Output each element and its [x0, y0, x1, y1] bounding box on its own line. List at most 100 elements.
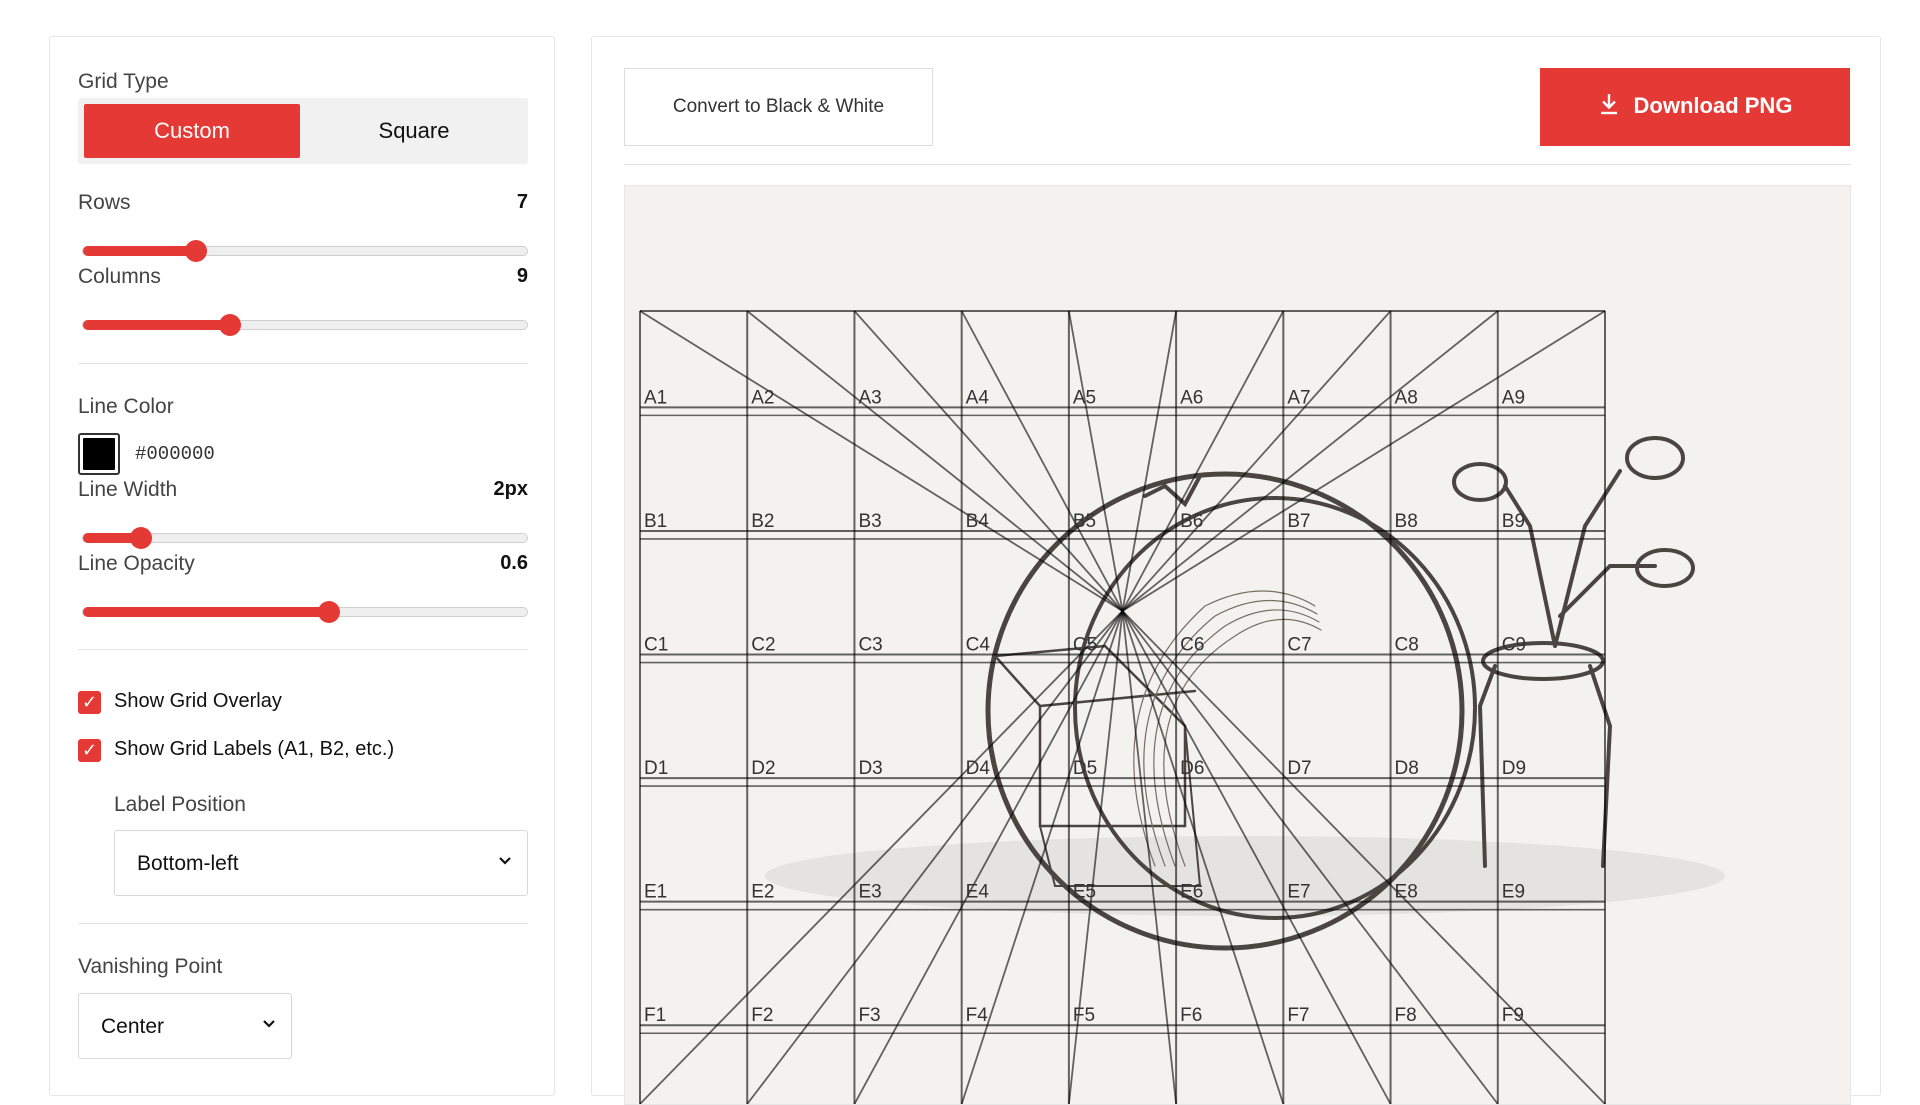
show-grid-overlay-label: Show Grid Overlay — [114, 690, 282, 712]
grid-cell-label: E4 — [966, 882, 990, 903]
vanishing-line — [746, 310, 1124, 612]
rows-row: Rows 7 — [78, 191, 528, 221]
chevron-down-icon — [497, 852, 513, 873]
line-width-slider-thumb[interactable] — [129, 527, 152, 549]
show-grid-overlay-row[interactable]: ✓ Show Grid Overlay — [78, 689, 528, 717]
download-icon — [1598, 92, 1620, 122]
line-opacity-slider[interactable] — [82, 601, 528, 623]
grid-cell-label: A1 — [644, 387, 667, 408]
grid-cell-label: E6 — [1180, 882, 1203, 903]
line-opacity-row: Line Opacity 0.6 — [78, 552, 528, 582]
vanishing-line — [1121, 310, 1392, 612]
grid-cell-label: B7 — [1287, 511, 1310, 532]
line-width-slider[interactable] — [82, 527, 528, 549]
section-divider — [78, 923, 528, 924]
line-color-hex: #000000 — [135, 443, 215, 465]
line-opacity-label: Line Opacity — [78, 552, 195, 575]
grid-cell-label: D4 — [966, 758, 991, 779]
rows-label: Rows — [78, 191, 131, 214]
grid-cell-label: B6 — [1180, 511, 1203, 532]
reference-artwork — [765, 436, 1725, 951]
grid-cell-label: B1 — [644, 511, 667, 532]
grid-cell-label: C6 — [1180, 635, 1204, 656]
vanishing-line — [639, 310, 1123, 612]
canvas-panel: Convert to Black & White Download PNG A1… — [591, 36, 1881, 1105]
rows-value: 7 — [516, 191, 528, 213]
rows-slider-fill — [83, 246, 197, 256]
show-grid-labels-checkbox[interactable]: ✓ — [78, 739, 101, 762]
grid-cell-label: A2 — [751, 387, 774, 408]
grid-cell-label: C1 — [644, 635, 668, 656]
grid-cell-label: C4 — [966, 635, 991, 656]
grid-cell-label: B4 — [966, 511, 990, 532]
grid-cell-label: F6 — [1180, 1005, 1202, 1026]
line-width-value: 2px — [493, 478, 528, 500]
vanishing-line — [960, 310, 1124, 612]
vanishing-line — [1122, 310, 1606, 612]
grid-type-label: Grid Type — [78, 70, 169, 93]
grid-cell-label: B3 — [858, 511, 881, 532]
image-canvas[interactable]: A1 A2 A3 A4 A5 A6 A7 A8 A9 B1 B2 B3 B4 B5 B6 B7 B8 B9 C1 C2… — [624, 185, 1851, 1105]
label-position-select[interactable]: Bottom-left — [114, 830, 528, 896]
grid-cell-label: F7 — [1287, 1005, 1309, 1026]
grid-cell-label: A9 — [1502, 387, 1525, 408]
grid-cell-label: D8 — [1395, 758, 1419, 779]
grid-cell-label: C9 — [1502, 635, 1526, 656]
canvas-svg: A1 A2 A3 A4 A5 A6 A7 A8 A9 B1 B2 B3 B4 B5 B6 B7 B8 B9 C1 C2… — [639, 310, 1725, 1104]
line-opacity-slider-thumb[interactable] — [318, 601, 341, 623]
grid-cell-label: C3 — [858, 635, 882, 656]
vanishing-point-value: Center — [101, 1015, 165, 1038]
line-opacity-value: 0.6 — [500, 552, 528, 574]
vanishing-point-select[interactable]: Center — [78, 993, 292, 1059]
vanishing-line — [1121, 310, 1177, 612]
vanishing-line — [853, 310, 1124, 612]
vanishing-line — [1121, 310, 1499, 612]
show-grid-labels-label: Show Grid Labels (A1, B2, etc.) — [114, 738, 395, 760]
columns-value: 9 — [516, 265, 528, 287]
grid-cell-label: E7 — [1287, 882, 1310, 903]
vanishing-point-label: Vanishing Point — [78, 955, 223, 978]
toolbar-divider — [624, 164, 1851, 165]
line-color-label: Line Color — [78, 395, 174, 418]
download-png-button[interactable]: Download PNG — [1540, 68, 1850, 146]
grid-type-custom-button[interactable]: Custom — [84, 104, 300, 158]
grid-cell-label: E5 — [1073, 882, 1096, 903]
show-grid-labels-row[interactable]: ✓ Show Grid Labels (A1, B2, etc.) — [78, 737, 528, 765]
grid-cell-label: A8 — [1395, 387, 1418, 408]
line-color-swatch[interactable] — [78, 433, 120, 475]
grid-cell-label: D2 — [751, 758, 775, 779]
grid-cell-label: F8 — [1395, 1005, 1417, 1026]
columns-label: Columns — [78, 265, 161, 288]
grid-cell-label: B2 — [751, 511, 774, 532]
grid-cell-label: E3 — [858, 882, 881, 903]
grid-type-square-button[interactable]: Square — [306, 104, 522, 158]
grid-cell-label: C8 — [1395, 635, 1419, 656]
label-position-value: Bottom-left — [137, 852, 239, 875]
grid-type-toggle: Custom Square — [78, 98, 528, 164]
grid-cell-label: E1 — [644, 882, 667, 903]
grid-cell-label: D6 — [1180, 758, 1204, 779]
chevron-down-icon — [261, 1015, 277, 1036]
columns-slider-fill — [83, 320, 230, 330]
grid-cell-label: F5 — [1073, 1005, 1095, 1026]
grid-cell-label: D5 — [1073, 758, 1097, 779]
grid-cell-label: A7 — [1287, 387, 1310, 408]
grid-cell-label: B9 — [1502, 511, 1525, 532]
rows-slider-thumb[interactable] — [185, 240, 208, 262]
grid-cell-label: E9 — [1502, 882, 1525, 903]
check-icon: ✓ — [81, 740, 98, 760]
show-grid-overlay-checkbox[interactable]: ✓ — [78, 691, 101, 714]
grid-cell-label: C7 — [1287, 635, 1311, 656]
convert-bw-button[interactable]: Convert to Black & White — [624, 68, 933, 146]
grid-cell-label: A3 — [858, 387, 881, 408]
grid-cell-label: C2 — [751, 635, 775, 656]
columns-slider[interactable] — [82, 314, 528, 336]
columns-slider-thumb[interactable] — [218, 314, 241, 336]
grid-cell-label: A5 — [1073, 387, 1096, 408]
grid-cell-label: A6 — [1180, 387, 1203, 408]
rows-slider[interactable] — [82, 240, 528, 262]
label-position-label: Label Position — [114, 793, 246, 816]
grid-cell-label: E8 — [1395, 882, 1418, 903]
grid-cell-label: D9 — [1502, 758, 1526, 779]
grid-cell-label: A4 — [966, 387, 990, 408]
